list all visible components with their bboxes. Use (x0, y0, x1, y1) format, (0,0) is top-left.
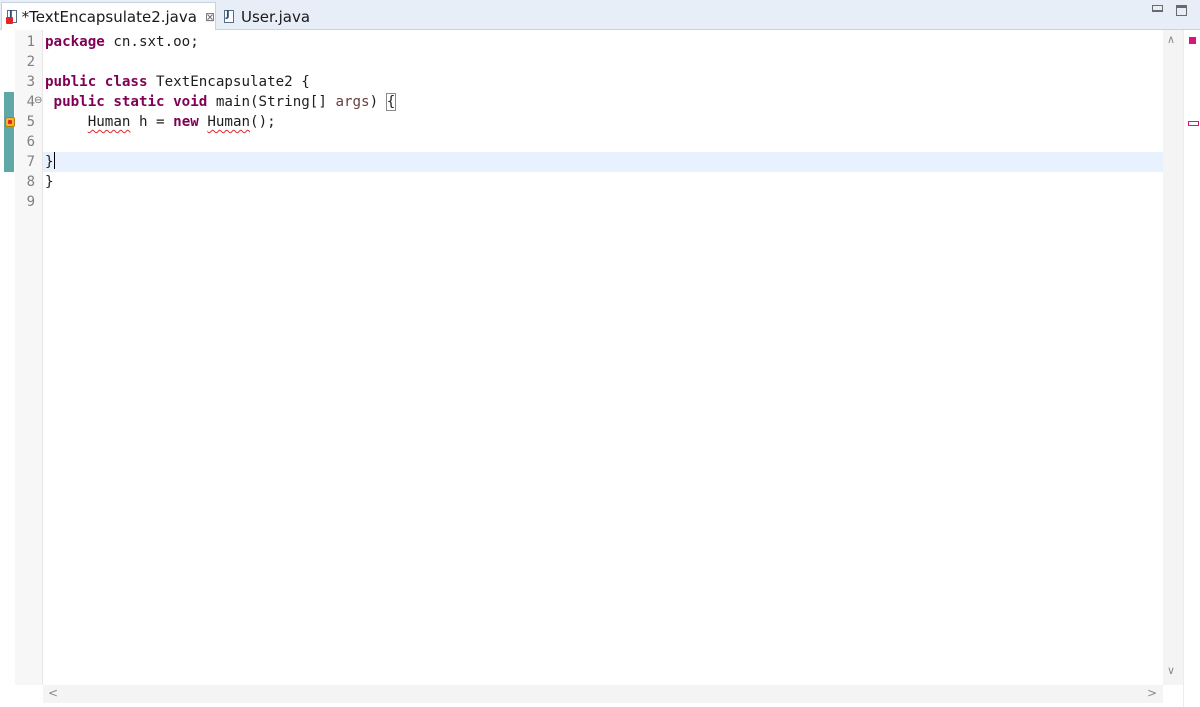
code-line[interactable]: Human h = new Human(); (45, 112, 276, 132)
line-number: 6 (26, 134, 35, 150)
current-line-highlight (43, 152, 1163, 172)
code-token: ) (369, 94, 387, 110)
line-number-ruler: 1 2 3 4 ⊖ 5 6 7 8 9 (15, 30, 43, 685)
code-token: h = (130, 114, 174, 130)
tab-label: *TextEncapsulate2.java (21, 7, 197, 26)
code-token: (); (250, 114, 276, 130)
vertical-scrollbar[interactable]: ∧ ∨ (1163, 30, 1183, 685)
text-caret (53, 152, 55, 169)
scroll-down-icon[interactable]: ∨ (1167, 664, 1175, 677)
line-number: 3 (26, 74, 35, 90)
keyword-token: public (53, 94, 105, 110)
change-indicator[interactable] (4, 92, 14, 172)
code-line[interactable]: public class TextEncapsulate2 { (45, 72, 310, 92)
tab-label: User.java (241, 7, 311, 26)
parameter-token: args (335, 94, 370, 110)
java-file-icon: J (223, 9, 237, 24)
code-line[interactable]: } (45, 172, 54, 192)
code-line[interactable]: public static void main(String[] args) { (45, 92, 397, 112)
line-number: 1 (26, 34, 35, 50)
keyword-token: public (45, 74, 97, 90)
line-number: 5 (26, 114, 35, 130)
line-number: 2 (26, 54, 35, 70)
error-summary-icon[interactable] (1189, 37, 1196, 44)
code-token: } (45, 174, 54, 190)
java-file-error-icon: J (6, 9, 18, 24)
line-number: 7 (26, 154, 35, 170)
tab-user-java[interactable]: J User.java (219, 3, 319, 30)
editor-tab-bar: J *TextEncapsulate2.java ⊠ J User.java (0, 0, 1200, 30)
code-token: { (385, 93, 397, 111)
minimize-icon[interactable] (1152, 5, 1163, 12)
keyword-token: static (113, 94, 165, 110)
code-token: main(String[] (207, 94, 336, 110)
error-marker[interactable] (1188, 121, 1199, 126)
line-number: 8 (26, 174, 35, 190)
code-token: cn.sxt.oo; (104, 34, 199, 50)
horizontal-scrollbar[interactable]: < > (43, 685, 1163, 703)
keyword-token: class (104, 74, 148, 90)
close-tab-icon[interactable]: ⊠ (205, 10, 215, 24)
code-token: TextEncapsulate2 { (147, 74, 310, 90)
overview-ruler[interactable] (1183, 30, 1200, 707)
keyword-token: new (173, 114, 199, 130)
line-number: 9 (26, 194, 35, 210)
keyword-token: package (45, 34, 105, 50)
scroll-up-icon[interactable]: ∧ (1167, 33, 1175, 46)
error-token: Human (87, 114, 131, 130)
line-number: 4 (26, 94, 35, 110)
tab-textencapsulate2[interactable]: J *TextEncapsulate2.java ⊠ (1, 2, 216, 30)
keyword-token: void (173, 94, 208, 110)
code-token: } (45, 154, 54, 170)
code-line[interactable]: } (45, 152, 55, 172)
scroll-left-icon[interactable]: < (48, 686, 58, 700)
scroll-right-icon[interactable]: > (1147, 686, 1157, 700)
quick-diff-ruler (0, 30, 15, 707)
code-line[interactable]: package cn.sxt.oo; (45, 32, 199, 52)
fold-collapse-icon[interactable]: ⊖ (34, 95, 42, 106)
error-icon[interactable] (5, 117, 15, 127)
error-token: Human (207, 114, 251, 130)
maximize-icon[interactable] (1176, 5, 1187, 16)
